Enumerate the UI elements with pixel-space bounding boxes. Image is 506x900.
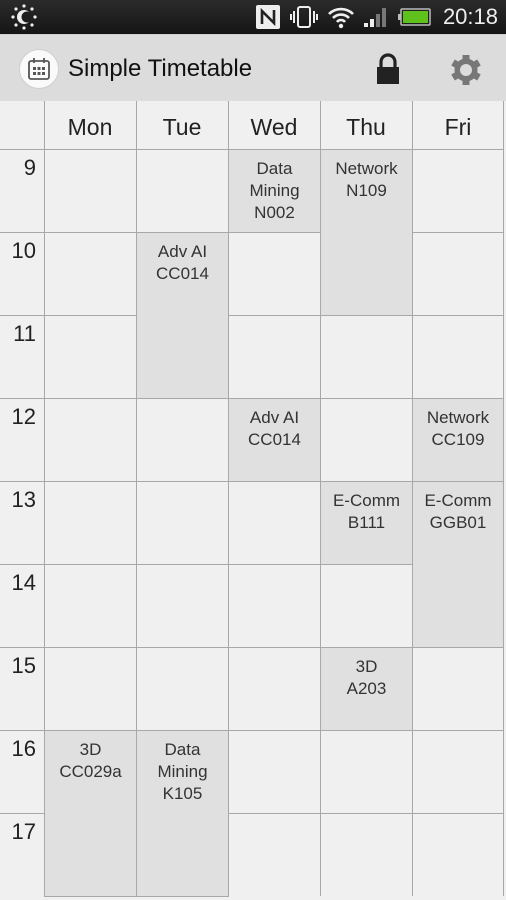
lock-icon[interactable] — [372, 53, 404, 85]
class-room: K105 — [162, 784, 203, 803]
calendar-app-icon[interactable] — [19, 49, 59, 89]
class-block[interactable]: Adv AI CC014 — [136, 232, 229, 399]
hour-label-11: 11 — [13, 321, 36, 346]
timetable-grid: Mon Tue Wed Thu Fri 9 10 11 12 13 14 15 16 17 Data Mini… — [0, 101, 506, 900]
timetable-cell[interactable] — [137, 399, 228, 481]
timetable-cell[interactable] — [137, 482, 228, 564]
timetable-cell[interactable] — [413, 648, 503, 730]
timetable-cell[interactable] — [321, 316, 412, 398]
hour-label-10: 10 — [11, 238, 36, 263]
class-name: Mining — [249, 181, 300, 200]
hour-label-13: 13 — [11, 487, 36, 512]
timetable-cell[interactable] — [45, 565, 136, 647]
timetable-cell[interactable] — [321, 399, 412, 481]
timetable-cell[interactable] — [45, 150, 136, 232]
timetable-cell[interactable] — [45, 482, 136, 564]
class-room: CC014 — [248, 430, 301, 449]
app-title: Simple Timetable — [68, 55, 253, 82]
timetable-cell[interactable] — [137, 565, 228, 647]
class-block[interactable]: E-Comm GGB01 — [412, 481, 504, 648]
class-name: Adv AI — [157, 242, 208, 261]
class-name: Mining — [157, 762, 208, 781]
timetable-cell[interactable] — [45, 316, 136, 398]
class-block[interactable]: Network N109 — [320, 149, 413, 316]
class-name: Network — [426, 408, 490, 427]
hour-label-9: 9 — [23, 155, 36, 180]
status-bar: 20:18 — [0, 0, 506, 34]
class-block[interactable]: Network CC109 — [412, 398, 504, 482]
hour-label-15: 15 — [11, 653, 36, 678]
class-name: E-Comm — [332, 491, 401, 510]
class-room: CC014 — [156, 264, 209, 283]
class-block[interactable]: Data Mining N002 — [228, 149, 321, 233]
clock-time: 20:18 — [442, 4, 498, 29]
settings-gear-icon[interactable] — [449, 53, 483, 87]
class-room: CC109 — [431, 430, 485, 449]
timetable-cell[interactable] — [321, 565, 412, 647]
timetable-cell[interactable] — [229, 316, 320, 398]
class-room: N002 — [254, 203, 295, 222]
class-block[interactable]: 3D CC029a — [44, 730, 137, 897]
vibrate-icon — [289, 6, 318, 28]
timetable-cell[interactable] — [45, 399, 136, 481]
day-header-fri: Fri — [444, 114, 472, 140]
class-room: GGB01 — [429, 513, 487, 532]
signal-icon — [363, 8, 386, 27]
timetable-cell[interactable] — [45, 648, 136, 730]
day-header-wed: Wed — [250, 114, 298, 140]
hour-label-17: 17 — [11, 819, 36, 844]
timetable-cell[interactable] — [413, 150, 503, 232]
class-name: 3D — [79, 740, 102, 759]
class-room: B111 — [347, 513, 386, 532]
timetable-cell[interactable] — [45, 233, 136, 315]
timetable-cell[interactable] — [413, 233, 503, 315]
timetable-cell[interactable] — [413, 814, 503, 896]
nfc-icon — [255, 5, 280, 29]
hour-label-12: 12 — [11, 404, 36, 429]
class-block[interactable]: Data Mining K105 — [136, 730, 229, 897]
timetable-cell[interactable] — [229, 565, 320, 647]
timetable-cell[interactable] — [413, 316, 503, 398]
timetable-cell[interactable] — [229, 482, 320, 564]
timetable-cell[interactable] — [229, 731, 320, 813]
class-block[interactable]: 3D A203 — [320, 647, 413, 731]
battery-icon — [397, 8, 431, 26]
class-room: N109 — [346, 181, 387, 200]
hour-label-16: 16 — [11, 736, 36, 761]
timetable-cell[interactable] — [229, 814, 320, 896]
brightness-icon — [11, 4, 37, 30]
class-room: CC029a — [59, 762, 122, 781]
class-block[interactable]: E-Comm B111 — [320, 481, 413, 565]
timetable-cell[interactable] — [137, 150, 228, 232]
class-block[interactable]: Adv AI CC014 — [228, 398, 321, 482]
class-room: A203 — [346, 679, 387, 698]
wifi-icon — [328, 7, 354, 29]
day-header-tue: Tue — [162, 114, 202, 140]
timetable-cell[interactable] — [413, 731, 503, 813]
day-header-thu: Thu — [346, 114, 386, 140]
action-bar: Simple Timetable — [0, 34, 506, 101]
class-name: Adv AI — [249, 408, 300, 427]
timetable-cell[interactable] — [137, 648, 228, 730]
class-name: E-Comm — [424, 491, 492, 510]
timetable-cell[interactable] — [321, 814, 412, 896]
class-name: Data — [164, 740, 201, 759]
class-name: 3D — [355, 657, 378, 676]
day-header-mon: Mon — [67, 114, 113, 140]
timetable-cell[interactable] — [321, 731, 412, 813]
class-name: Network — [335, 159, 398, 178]
timetable-cell[interactable] — [229, 648, 320, 730]
hour-label-14: 14 — [11, 570, 36, 595]
timetable-cell[interactable] — [229, 233, 320, 315]
class-name: Data — [256, 159, 293, 178]
